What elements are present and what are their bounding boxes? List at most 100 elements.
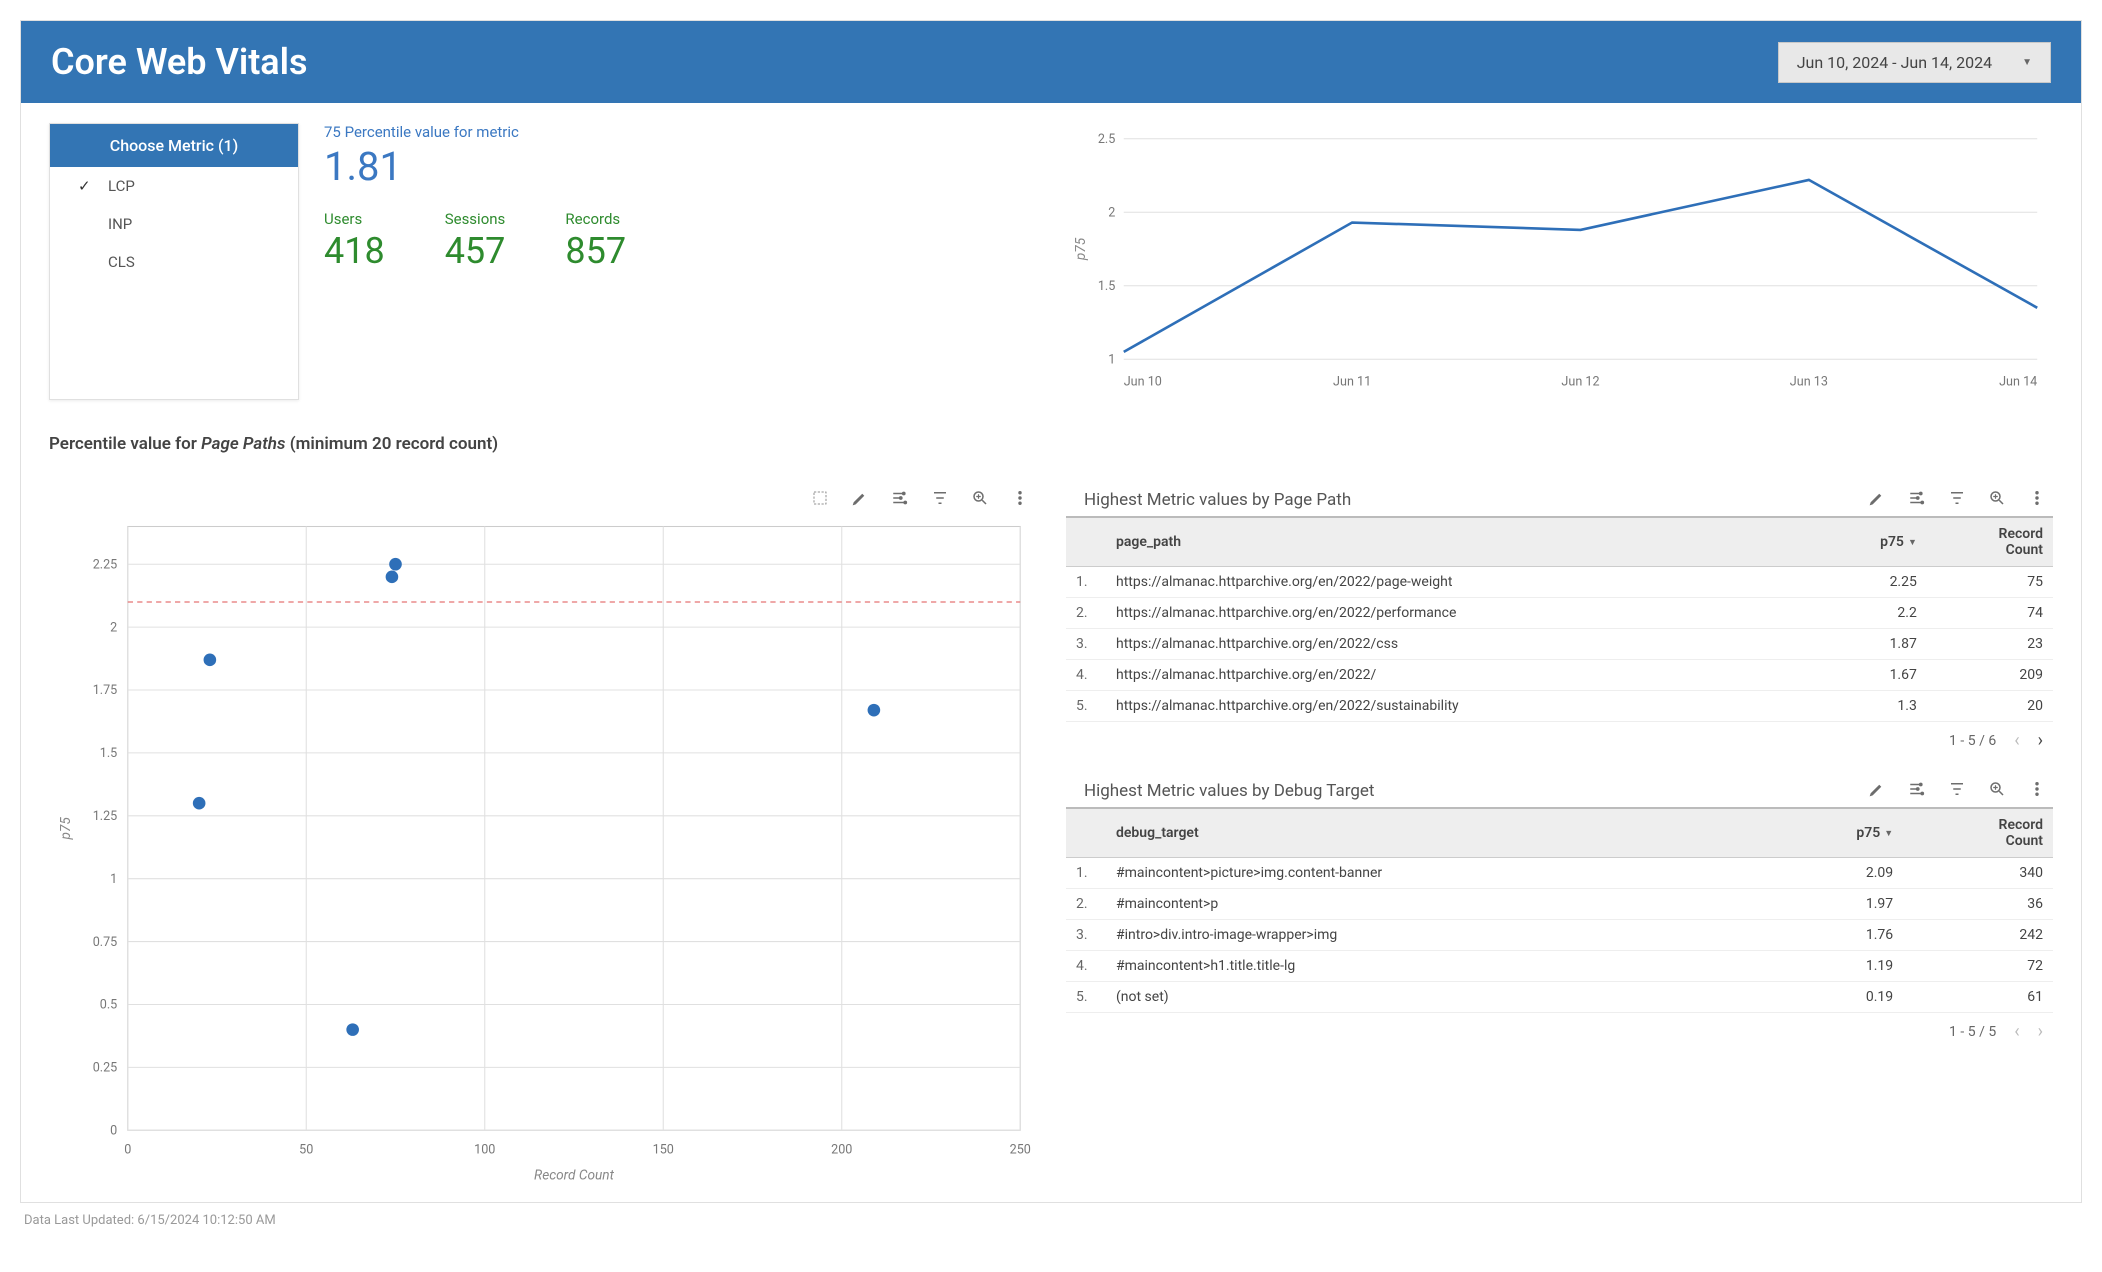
summary-panel: Choose Metric (1) ✓ LCP INP CLS 75 Perce…	[49, 123, 1036, 400]
col-record-count[interactable]: RecordCount	[1903, 808, 2053, 858]
tune-icon[interactable]	[890, 488, 910, 508]
cell-index: 1.	[1066, 858, 1106, 889]
table-row[interactable]: 3.#intro>div.intro-image-wrapper>img1.76…	[1066, 920, 2053, 951]
metric-option-inp[interactable]: INP	[50, 205, 298, 243]
metric-option-label: INP	[108, 215, 132, 233]
header: Core Web Vitals Jun 10, 2024 - Jun 14, 2…	[21, 21, 2081, 103]
table-page-path: page_path p75 ▼ RecordCount 1.https://alm…	[1066, 516, 2053, 722]
cell-path: https://almanac.httparchive.org/en/2022/…	[1106, 598, 1816, 629]
more-icon[interactable]	[1010, 488, 1030, 508]
cell-count: 61	[1903, 982, 2053, 1013]
svg-text:2.25: 2.25	[93, 557, 118, 572]
pager-page-path: 1 - 5 / 6 ‹ ›	[1066, 722, 2053, 759]
svg-text:0: 0	[110, 1123, 117, 1138]
svg-text:0.25: 0.25	[93, 1061, 118, 1076]
table-row[interactable]: 1.#maincontent>picture>img.content-banne…	[1066, 858, 2053, 889]
cell-p75: 1.3	[1816, 691, 1927, 722]
table-row[interactable]: 4.#maincontent>h1.title.title-lg1.1972	[1066, 951, 2053, 982]
next-page-button[interactable]: ›	[2038, 730, 2043, 751]
sort-desc-icon: ▼	[1908, 538, 1917, 548]
svg-text:Jun 11: Jun 11	[1333, 375, 1371, 390]
filter-icon[interactable]	[1947, 779, 1967, 799]
kpi-row: Users 418 Sessions 457 Records 857	[324, 210, 1036, 272]
section-title-prefix: Percentile value for	[49, 434, 201, 454]
metric-option-cls[interactable]: CLS	[50, 243, 298, 281]
table-row[interactable]: 2.#maincontent>p1.9736	[1066, 889, 2053, 920]
svg-text:0.5: 0.5	[100, 998, 117, 1013]
table-debug-target: debug_target p75 ▼ RecordCount 1.#maincon…	[1066, 807, 2053, 1013]
col-p75[interactable]: p75 ▼	[1816, 517, 1927, 567]
table-row[interactable]: 3.https://almanac.httparchive.org/en/202…	[1066, 629, 2053, 660]
edit-icon[interactable]	[1867, 779, 1887, 799]
dashboard: Core Web Vitals Jun 10, 2024 - Jun 14, 2…	[20, 20, 2082, 1203]
next-page-button[interactable]: ›	[2038, 1021, 2043, 1042]
kpi-p75-label: 75 Percentile value for metric	[324, 123, 1036, 141]
table-row[interactable]: 4.https://almanac.httparchive.org/en/202…	[1066, 660, 2053, 691]
svg-text:1: 1	[110, 872, 117, 887]
svg-text:p75: p75	[58, 817, 74, 841]
table-page-path-title: Highest Metric values by Page Path	[1066, 490, 1351, 510]
sort-desc-icon: ▼	[1884, 829, 1893, 839]
cell-count: 340	[1903, 858, 2053, 889]
filter-icon[interactable]	[1947, 488, 1967, 508]
page-title: Core Web Vitals	[51, 41, 308, 83]
table-row[interactable]: 1.https://almanac.httparchive.org/en/202…	[1066, 567, 2053, 598]
cell-index: 4.	[1066, 951, 1106, 982]
cell-index: 3.	[1066, 629, 1106, 660]
table-page-path-section: Highest Metric values by Page Path page_…	[1066, 484, 2053, 759]
filter-icon[interactable]	[930, 488, 950, 508]
cell-path: https://almanac.httparchive.org/en/2022/…	[1106, 629, 1816, 660]
prev-page-button[interactable]: ‹	[2014, 1021, 2019, 1042]
metric-option-lcp[interactable]: ✓ LCP	[50, 167, 298, 205]
footer-updated: Data Last Updated: 6/15/2024 10:12:50 AM	[20, 1203, 2082, 1238]
svg-text:Record Count: Record Count	[534, 1168, 615, 1184]
cell-count: 23	[1927, 629, 2053, 660]
zoom-icon[interactable]	[1987, 488, 2007, 508]
cell-count: 20	[1927, 691, 2053, 722]
col-index[interactable]	[1066, 517, 1106, 567]
cell-index: 5.	[1066, 691, 1106, 722]
cell-count: 72	[1903, 951, 2053, 982]
edit-icon[interactable]	[850, 488, 870, 508]
svg-text:Jun 14: Jun 14	[1999, 375, 2037, 390]
select-icon[interactable]	[810, 488, 830, 508]
more-icon[interactable]	[2027, 488, 2047, 508]
tune-icon[interactable]	[1907, 488, 1927, 508]
date-range-picker[interactable]: Jun 10, 2024 - Jun 14, 2024 ▼	[1778, 42, 2051, 83]
tune-icon[interactable]	[1907, 779, 1927, 799]
kpi-label: Records	[565, 210, 626, 228]
table-row[interactable]: 5.https://almanac.httparchive.org/en/202…	[1066, 691, 2053, 722]
zoom-icon[interactable]	[970, 488, 990, 508]
col-record-count[interactable]: RecordCount	[1927, 517, 2053, 567]
chevron-down-icon: ▼	[2022, 57, 2032, 68]
section-title-em: Page Paths	[201, 434, 285, 454]
more-icon[interactable]	[2027, 779, 2047, 799]
cell-index: 2.	[1066, 598, 1106, 629]
kpi-p75-value: 1.81	[324, 143, 1036, 190]
zoom-icon[interactable]	[1987, 779, 2007, 799]
kpi-block: 75 Percentile value for metric 1.81 User…	[324, 123, 1036, 400]
col-count-l2: Count	[2006, 542, 2043, 558]
table-row[interactable]: 2.https://almanac.httparchive.org/en/202…	[1066, 598, 2053, 629]
col-p75-label: p75	[1880, 534, 1904, 550]
kpi-value: 857	[565, 230, 626, 272]
check-icon: ✓	[78, 177, 96, 195]
svg-text:1.5: 1.5	[1098, 279, 1115, 294]
table-row[interactable]: 5.(not set)0.1961	[1066, 982, 2053, 1013]
svg-text:p75: p75	[1073, 237, 1089, 261]
cell-p75: 1.87	[1816, 629, 1927, 660]
col-p75[interactable]: p75 ▼	[1771, 808, 1903, 858]
svg-text:250: 250	[1010, 1142, 1031, 1157]
col-debug-target[interactable]: debug_target	[1106, 808, 1771, 858]
cell-count: 75	[1927, 567, 2053, 598]
prev-page-button[interactable]: ‹	[2014, 730, 2019, 751]
table-debug-target-section: Highest Metric values by Debug Target de…	[1066, 775, 2053, 1050]
cell-target: #maincontent>picture>img.content-banner	[1106, 858, 1771, 889]
col-page-path[interactable]: page_path	[1106, 517, 1816, 567]
col-index[interactable]	[1066, 808, 1106, 858]
svg-text:50: 50	[299, 1142, 313, 1157]
edit-icon[interactable]	[1867, 488, 1887, 508]
cell-p75: 0.19	[1771, 982, 1903, 1013]
col-p75-label: p75	[1856, 825, 1880, 841]
trend-chart: 11.522.5Jun 10Jun 11Jun 12Jun 13Jun 14p7…	[1066, 123, 2053, 400]
